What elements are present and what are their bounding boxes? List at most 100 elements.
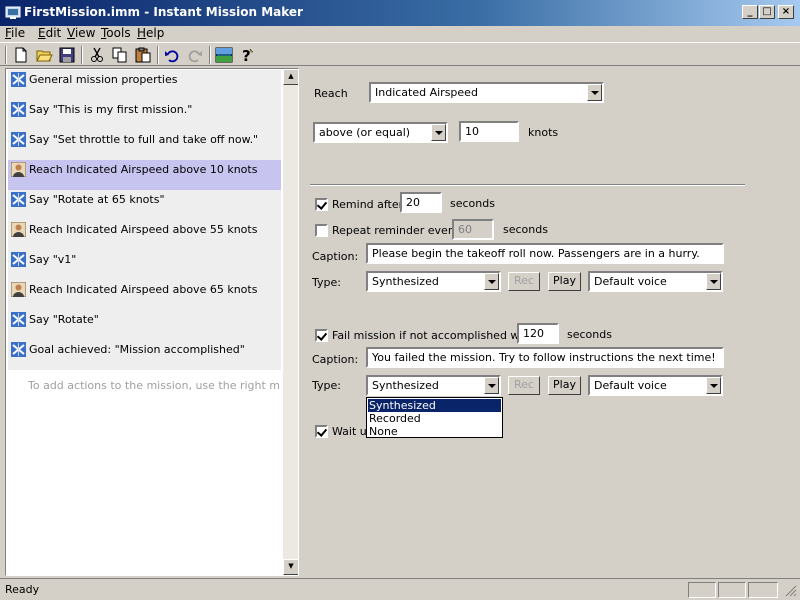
- tree-item[interactable]: Reach Indicated Airspeed above 55 knots: [8, 220, 281, 250]
- save-icon[interactable]: [58, 46, 76, 64]
- remind-after-unit: seconds: [450, 197, 495, 210]
- minimize-button[interactable]: _: [742, 5, 758, 19]
- tree-item-label: Say "Set throttle to full and take off n…: [29, 133, 259, 146]
- cut-icon[interactable]: [88, 46, 106, 64]
- redo-icon[interactable]: [186, 46, 204, 64]
- menu-edit[interactable]: Edit: [38, 26, 61, 40]
- wait-label: Wait u: [332, 425, 367, 438]
- scroll-down-button[interactable]: ▼: [283, 559, 298, 575]
- plane-icon: [11, 312, 26, 327]
- tree-item[interactable]: Reach Indicated Airspeed above 65 knots: [8, 280, 281, 310]
- plane-icon: [11, 252, 26, 267]
- reach-label: Reach: [314, 87, 348, 100]
- mission-tree[interactable]: General mission properties Say "This is m…: [5, 68, 299, 576]
- open-folder-icon[interactable]: [35, 46, 53, 64]
- fail-mission-label: Fail mission if not accomplished within: [332, 329, 544, 342]
- wait-checkbox[interactable]: [315, 425, 328, 438]
- fail-caption-input[interactable]: You failed the mission. Try to follow in…: [366, 347, 724, 368]
- reach-parameter-select[interactable]: Indicated Airspeed: [369, 82, 604, 103]
- tree-item[interactable]: Goal achieved: "Mission accomplished": [8, 340, 281, 370]
- tree-item-label: Reach Indicated Airspeed above 10 knots: [29, 163, 258, 176]
- tree-item[interactable]: Say "Rotate at 65 knots": [8, 190, 281, 220]
- resize-grip-icon[interactable]: [784, 584, 797, 597]
- threshold-input[interactable]: 10: [459, 121, 519, 142]
- chevron-down-icon[interactable]: [484, 273, 499, 290]
- tree-item-label: Say "This is my first mission.": [29, 103, 193, 116]
- menu-view[interactable]: View: [67, 26, 95, 40]
- reminder-rec-button[interactable]: Rec: [508, 272, 540, 291]
- tree-item[interactable]: Say "Rotate": [8, 310, 281, 340]
- tree-item[interactable]: Reach Indicated Airspeed above 10 knots: [8, 160, 281, 190]
- pilot-icon: [10, 281, 27, 298]
- plane-icon: [11, 102, 26, 117]
- chevron-down-icon[interactable]: [706, 377, 721, 394]
- reminder-type-select[interactable]: Synthesized: [366, 271, 501, 292]
- toolbar-separator: [157, 46, 159, 64]
- chevron-down-icon[interactable]: [484, 377, 499, 394]
- status-bar: Ready: [0, 578, 800, 600]
- status-pane: [688, 582, 716, 598]
- section-divider: [310, 184, 745, 186]
- chevron-down-icon[interactable]: [431, 124, 446, 141]
- fail-caption-label: Caption:: [312, 353, 359, 366]
- help-icon[interactable]: ?: [238, 46, 256, 64]
- menu-help[interactable]: Help: [137, 26, 164, 40]
- tree-scrollbar[interactable]: ▲ ▼: [283, 69, 298, 575]
- fail-timeout-unit: seconds: [567, 328, 612, 341]
- plane-icon: [11, 342, 26, 357]
- type-option-synthesized[interactable]: Synthesized: [368, 399, 501, 412]
- type-option-recorded[interactable]: Recorded: [368, 412, 501, 425]
- fail-mission-checkbox[interactable]: [315, 329, 328, 342]
- pilot-icon: [10, 161, 27, 178]
- comparison-select[interactable]: above (or equal): [313, 122, 448, 143]
- detail-panel: Reach Indicated Airspeed above (or equal…: [300, 68, 800, 576]
- menu-bar: File Edit View Tools Help: [0, 24, 800, 42]
- remind-after-input[interactable]: 20: [400, 192, 442, 213]
- tree-item-label: Say "Rotate at 65 knots": [29, 193, 165, 206]
- fail-rec-button[interactable]: Rec: [508, 376, 540, 395]
- undo-icon[interactable]: [163, 46, 181, 64]
- title-bar[interactable]: FirstMission.imm - Instant Mission Maker…: [0, 0, 800, 26]
- remind-checkbox[interactable]: [315, 198, 328, 211]
- tree-item[interactable]: General mission properties: [8, 70, 281, 100]
- tree-item-label: Say "v1": [29, 253, 77, 266]
- remind-after-label: Remind after: [332, 198, 404, 211]
- fail-voice-select[interactable]: Default voice: [588, 375, 723, 396]
- tree-item-label: Reach Indicated Airspeed above 55 knots: [29, 223, 258, 236]
- plane-icon: [11, 132, 26, 147]
- plane-icon: [11, 72, 26, 87]
- type-dropdown-list[interactable]: Synthesized Recorded None: [366, 397, 503, 438]
- tree-item[interactable]: Say "v1": [8, 250, 281, 280]
- paste-icon[interactable]: [134, 46, 152, 64]
- chevron-down-icon[interactable]: [706, 273, 721, 290]
- copy-icon[interactable]: [111, 46, 129, 64]
- reminder-caption-label: Caption:: [312, 250, 359, 263]
- fail-type-label: Type:: [312, 379, 341, 392]
- chevron-down-icon[interactable]: [587, 84, 602, 101]
- plane-icon: [11, 192, 26, 207]
- menu-tools[interactable]: Tools: [101, 26, 131, 40]
- new-file-icon[interactable]: [12, 46, 30, 64]
- reminder-caption-input[interactable]: Please begin the takeoff roll now. Passe…: [366, 243, 724, 264]
- status-pane: [718, 582, 746, 598]
- maximize-button[interactable]: □: [759, 5, 775, 19]
- reminder-voice-select[interactable]: Default voice: [588, 271, 723, 292]
- repeat-interval-input[interactable]: 60: [452, 219, 494, 240]
- menu-file[interactable]: File: [5, 26, 25, 40]
- tree-item[interactable]: Say "Set throttle to full and take off n…: [8, 130, 281, 160]
- toolbar-grip: [5, 46, 7, 64]
- repeat-reminder-checkbox[interactable]: [315, 224, 328, 237]
- mission-preview-icon[interactable]: [215, 46, 233, 64]
- reminder-play-button[interactable]: Play: [548, 272, 581, 291]
- pilot-icon: [10, 221, 27, 238]
- fail-play-button[interactable]: Play: [548, 376, 581, 395]
- tree-hint: To add actions to the mission, use the r…: [28, 379, 280, 392]
- tree-item[interactable]: Say "This is my first mission.": [8, 100, 281, 130]
- close-button[interactable]: ×: [778, 5, 794, 19]
- type-option-none[interactable]: None: [368, 425, 501, 438]
- repeat-interval-unit: seconds: [503, 223, 548, 236]
- fail-type-select[interactable]: Synthesized: [366, 375, 501, 396]
- scroll-up-button[interactable]: ▲: [283, 69, 298, 85]
- reminder-type-label: Type:: [312, 276, 341, 289]
- fail-timeout-input[interactable]: 120: [517, 323, 559, 344]
